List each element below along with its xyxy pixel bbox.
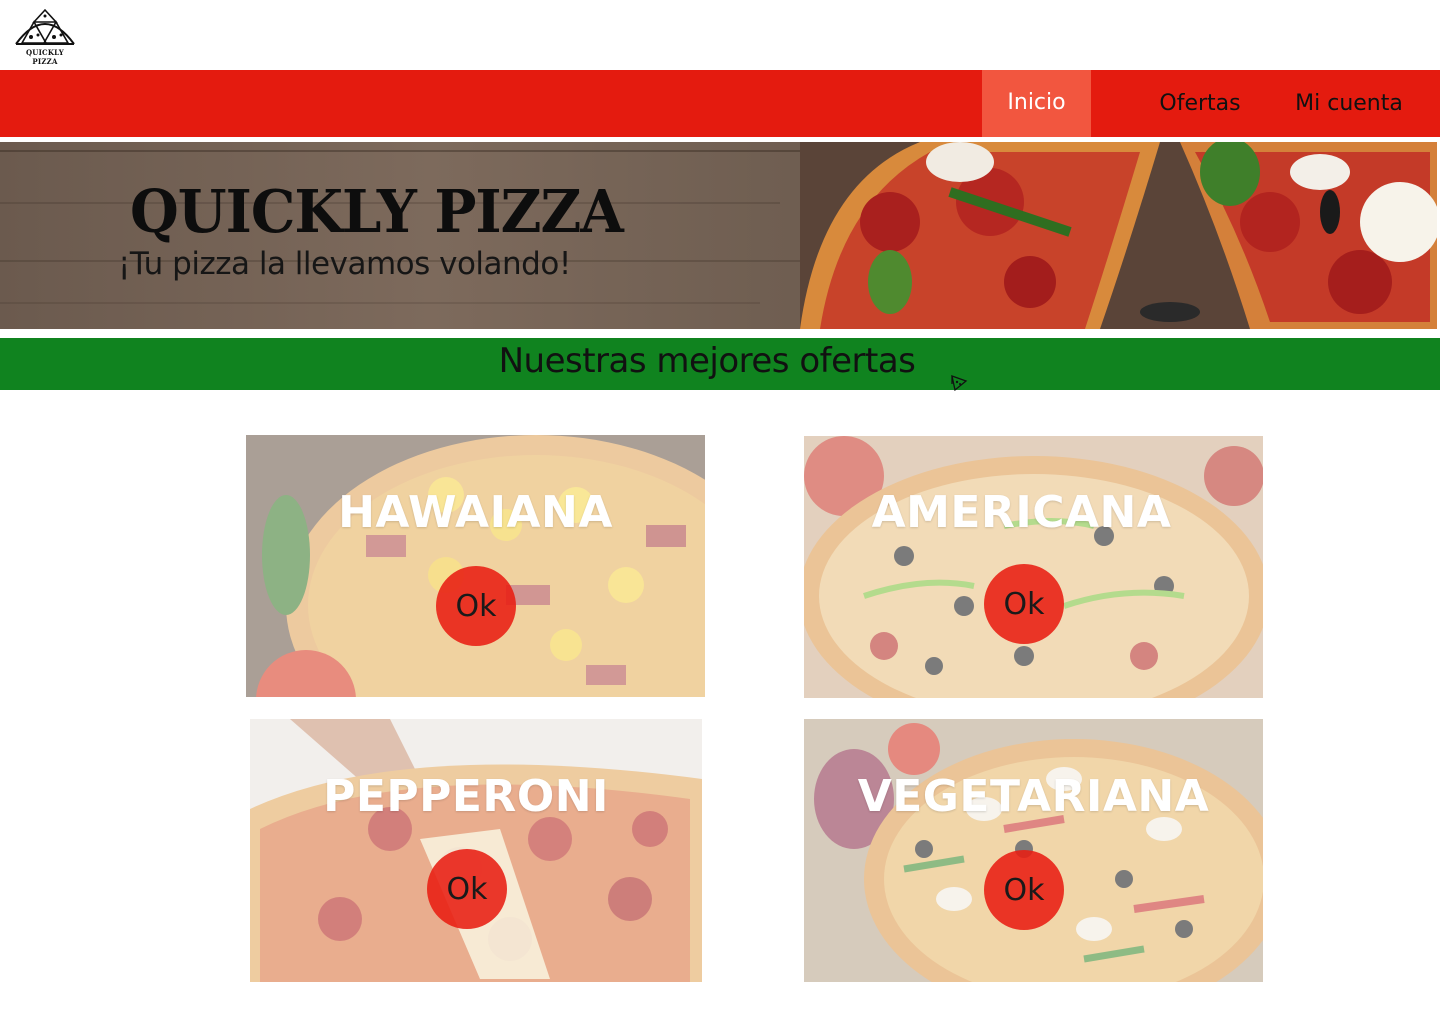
product-card-americana[interactable]: AMERICANA Ok [804, 436, 1263, 698]
product-card-vegetariana[interactable]: VEGETARIANA Ok [804, 719, 1263, 982]
nav-item-inicio[interactable]: Inicio [982, 70, 1091, 137]
site-logo[interactable]: QUICKLY PIZZA [14, 8, 76, 66]
ok-button[interactable]: Ok [984, 850, 1064, 930]
product-name: HAWAIANA [338, 487, 613, 538]
ok-button[interactable]: Ok [436, 566, 516, 646]
product-name: VEGETARIANA [857, 771, 1210, 822]
product-card-hawaiana[interactable]: HAWAIANA Ok [246, 435, 705, 697]
wood-grain [0, 150, 800, 152]
ok-button[interactable]: Ok [984, 564, 1064, 644]
pizza-slices-logo-icon [15, 8, 75, 45]
offers-header-bar: Nuestras mejores ofertas [0, 338, 1440, 390]
hero-banner: QUICKLY PIZZA ¡Tu pizza la llevamos vola… [0, 142, 1437, 329]
nav-item-mi-cuenta[interactable]: Mi cuenta [1288, 70, 1410, 137]
product-name: PEPPERONI [323, 771, 609, 822]
hero-pizza-image [800, 142, 1437, 329]
hero-title: QUICKLY PIZZA [130, 177, 624, 247]
product-name: AMERICANA [871, 487, 1172, 538]
wood-grain [0, 302, 760, 304]
main-nav: Inicio Ofertas Mi cuenta [0, 70, 1440, 137]
logo-text: QUICKLY PIZZA [25, 48, 64, 66]
ok-button[interactable]: Ok [427, 849, 507, 929]
nav-item-ofertas[interactable]: Ofertas [1150, 70, 1250, 137]
product-card-pepperoni[interactable]: PEPPERONI Ok [250, 719, 702, 982]
offers-title: Nuestras mejores ofertas [498, 341, 916, 381]
pizza-slice-icon [951, 374, 968, 392]
hero-subtitle: ¡Tu pizza la llevamos volando! [118, 246, 571, 282]
